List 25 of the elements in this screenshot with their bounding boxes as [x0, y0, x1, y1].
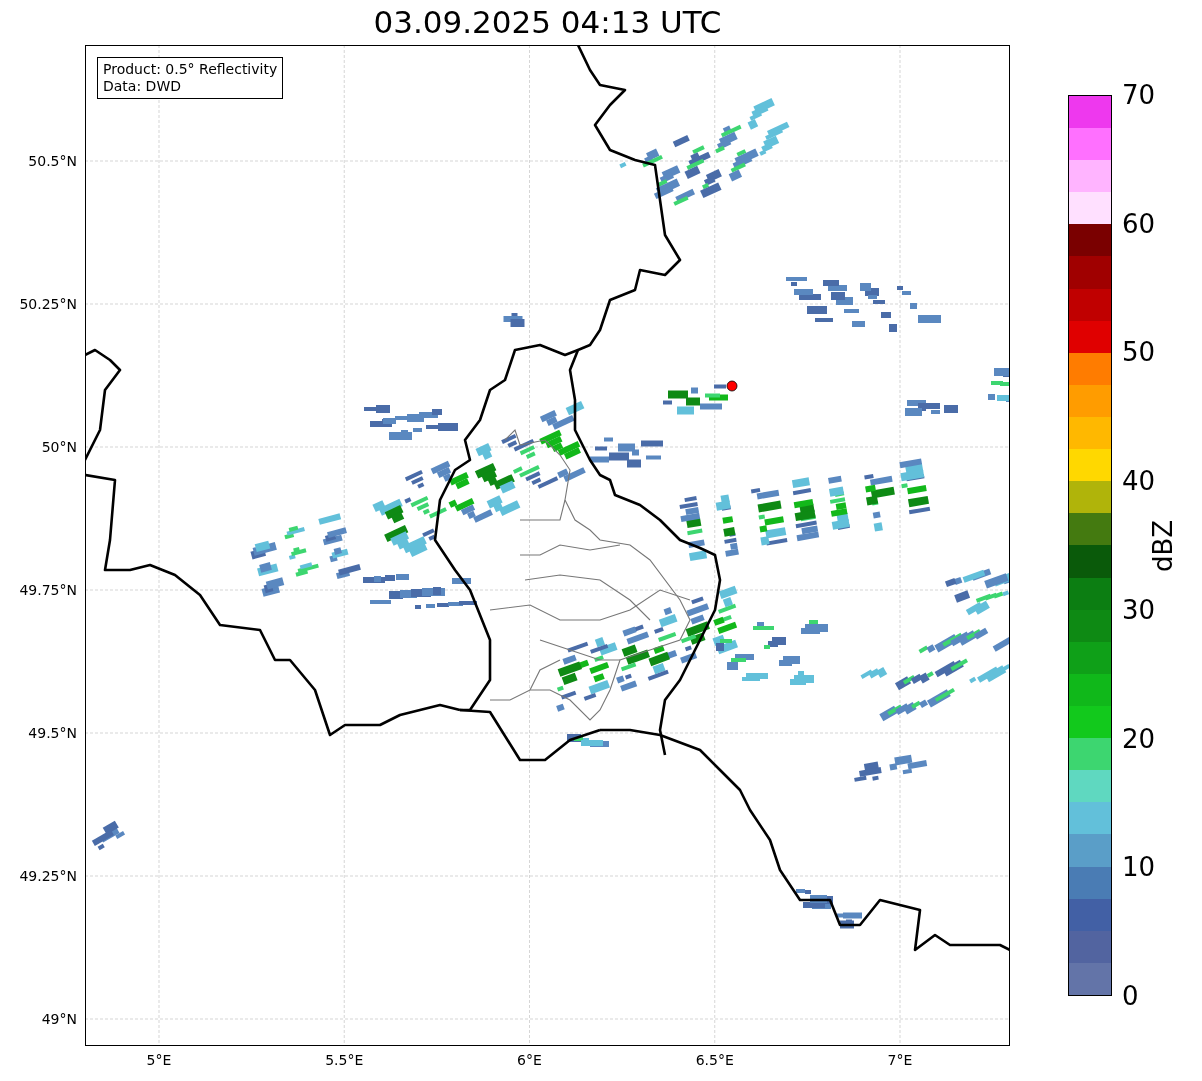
latitude-label: 50.25°N — [19, 296, 77, 312]
colorbar-tick-label: 50 — [1122, 337, 1156, 368]
longitude-label: 7°E — [887, 1052, 913, 1068]
colorbar-tick-label: 60 — [1122, 208, 1156, 239]
legend-text: Product: 0.5° Reflectivity — [103, 61, 278, 78]
longitude-label: 6°E — [517, 1052, 542, 1068]
colorbar-label: dBZ — [1148, 519, 1178, 572]
latitude-label: 49.75°N — [19, 582, 77, 598]
longitude-label: 5.5°E — [325, 1052, 364, 1068]
legend-text: Data: DWD — [103, 78, 182, 95]
chart-title: 03.09.2025 04:13 UTC — [372, 3, 723, 42]
colorbar-tick-label: 40 — [1122, 466, 1156, 497]
longitude-label: 5°E — [146, 1052, 172, 1068]
longitude-label: 6.5°E — [695, 1052, 734, 1068]
latitude-label: 50°N — [41, 439, 77, 455]
colorbar-tick-label: 70 — [1122, 80, 1156, 110]
colorbar-tick-label: 20 — [1122, 723, 1156, 754]
colorbar-tick-label: 30 — [1122, 594, 1156, 625]
latitude-label: 49.5°N — [28, 725, 77, 741]
radar-site-marker — [726, 380, 738, 392]
latitude-label: 50.5°N — [28, 153, 77, 169]
latitude-label: 49°N — [41, 1011, 77, 1027]
latitude-label: 49.25°N — [19, 868, 77, 884]
colorbar-tick-label: 0 — [1122, 981, 1139, 1011]
colorbar-tick-label: 10 — [1122, 852, 1156, 883]
